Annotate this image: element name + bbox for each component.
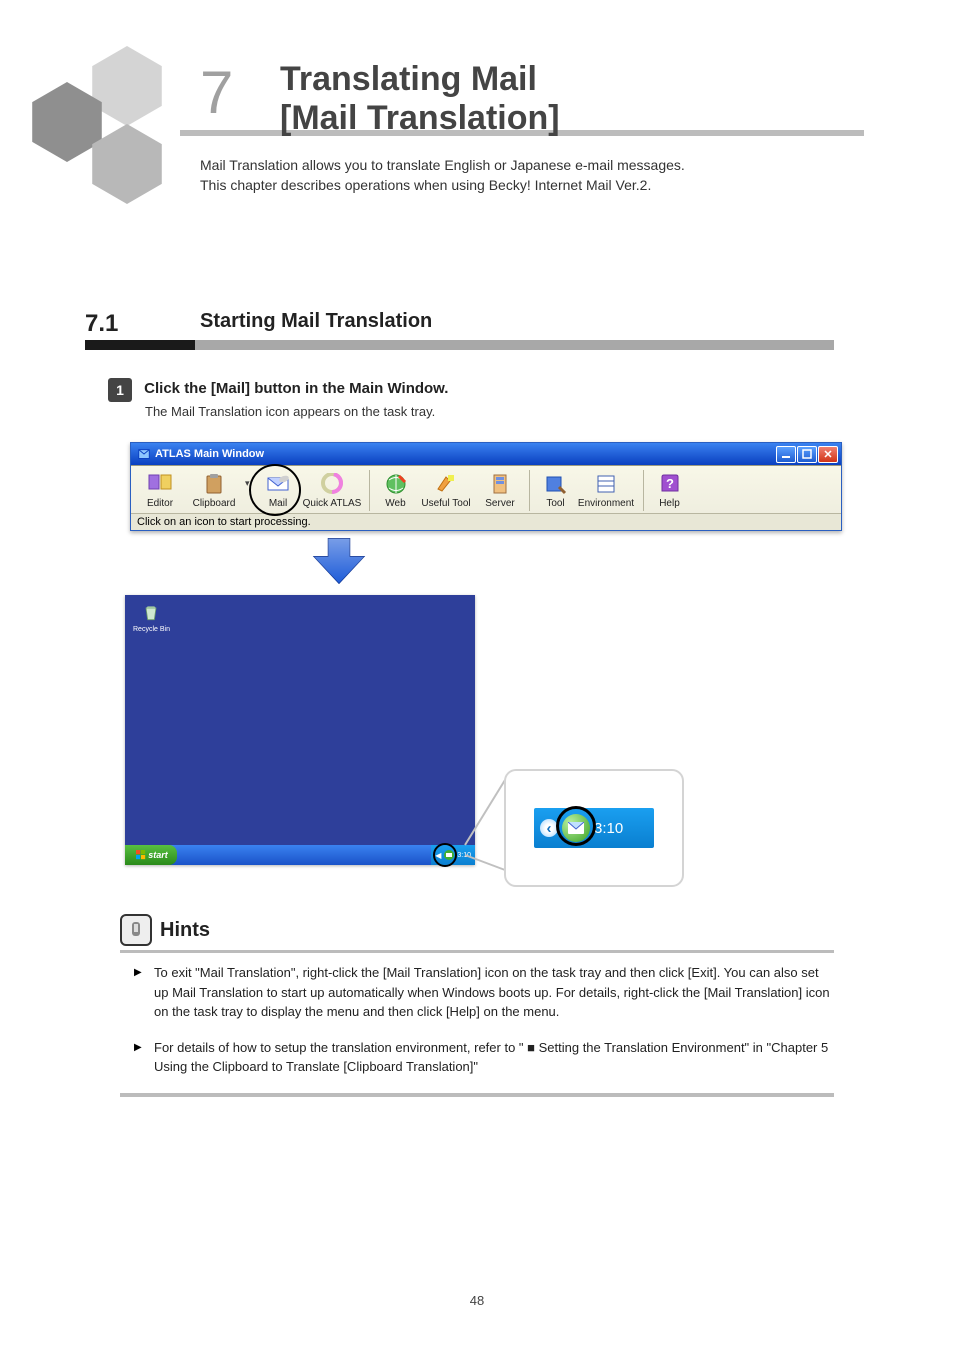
desktop-screenshot: Recycle Bin start ◀ 3:10 [125, 595, 475, 865]
toolbar-web[interactable]: Web [369, 470, 415, 511]
toolbar-server[interactable]: Server [477, 470, 523, 511]
clipboard-icon [203, 473, 225, 495]
dropdown-arrow-icon[interactable]: ▾ [245, 478, 255, 503]
toolbar-mail[interactable]: Mail [255, 470, 301, 511]
start-button[interactable]: start [125, 845, 177, 865]
toolbar-tool[interactable]: Tool [529, 470, 575, 511]
toolbar-editor[interactable]: Editor [137, 470, 183, 511]
tray-clock: 3:10 [594, 820, 623, 837]
hints-box: Hints To exit "Mail Translation", right-… [120, 914, 834, 1097]
hint-item: To exit "Mail Translation", right-click … [138, 963, 830, 1022]
window-title: ATLAS Main Window [155, 448, 776, 460]
tray-highlight-circle [433, 843, 457, 867]
quickatlas-icon [320, 473, 344, 495]
window-titlebar[interactable]: ATLAS Main Window ✕ [131, 443, 841, 465]
hints-footer-rule [120, 1093, 834, 1097]
taskbar: start ◀ 3:10 [125, 845, 475, 865]
mail-icon [266, 474, 290, 494]
windows-logo-icon [136, 850, 146, 860]
tray-zoom-highlight-circle [556, 806, 596, 846]
chapter-title: Translating Mail [Mail Translation] [280, 60, 560, 138]
atlas-statusbar: Click on an icon to start processing. [131, 513, 841, 530]
server-icon [490, 473, 510, 495]
chapter-number: 7 [200, 58, 235, 127]
section-number: 7.1 [85, 310, 118, 338]
hexagon-decor [92, 124, 162, 204]
atlas-main-window: ATLAS Main Window ✕ Editor Clipboard ▾ M… [130, 442, 842, 531]
tray-zoom-inset: ‹ 3:10 [504, 769, 684, 887]
toolbar-environment[interactable]: Environment [575, 470, 637, 511]
atlas-app-icon [137, 447, 151, 461]
page-number: 48 [0, 1293, 954, 1308]
minimize-button[interactable] [776, 446, 796, 463]
close-button[interactable]: ✕ [818, 446, 838, 463]
environment-icon [595, 473, 617, 495]
step-text: Click the [Mail] button in the Main Wind… [144, 378, 820, 401]
hints-icon [120, 914, 152, 946]
toolbar-usefultool[interactable]: Useful Tool [415, 470, 477, 511]
tool-icon [545, 473, 567, 495]
toolbar-clipboard[interactable]: Clipboard [183, 470, 245, 511]
down-arrow-icon [312, 538, 366, 584]
web-icon [385, 473, 407, 495]
usefultool-icon [434, 473, 458, 495]
step-number-badge: 1 [108, 378, 132, 402]
editor-icon [148, 473, 172, 495]
hint-item: For details of how to setup the translat… [138, 1038, 830, 1077]
atlas-toolbar: Editor Clipboard ▾ Mail Quick ATLAS Web … [131, 465, 841, 513]
step-1: 1 Click the [Mail] button in the Main Wi… [108, 378, 824, 402]
recycle-bin-icon[interactable]: Recycle Bin [133, 603, 170, 633]
section-rule [85, 340, 834, 350]
maximize-button[interactable] [797, 446, 817, 463]
hexagon-decor [92, 46, 162, 126]
svg-text:?: ? [666, 476, 674, 491]
help-icon: ? [659, 473, 681, 495]
step-followup: The Mail Translation icon appears on the… [145, 404, 435, 419]
toolbar-quickatlas[interactable]: Quick ATLAS [301, 470, 363, 511]
hints-heading: Hints [160, 919, 210, 942]
toolbar-help[interactable]: ? Help [643, 470, 689, 511]
section-title: Starting Mail Translation [200, 310, 432, 333]
chapter-subtitle: Mail Translation allows you to translate… [200, 155, 840, 196]
